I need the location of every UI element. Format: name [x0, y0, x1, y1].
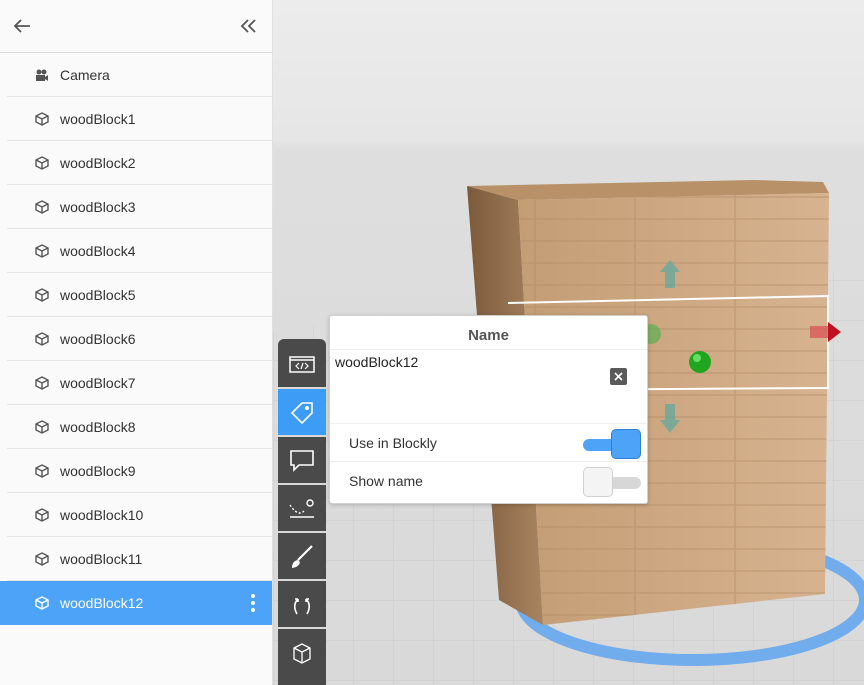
cube-icon [35, 288, 49, 302]
sidebar-item-label: woodBlock4 [60, 243, 136, 259]
cube-icon [35, 464, 49, 478]
show-name-label: Show name [349, 473, 423, 489]
box-icon [293, 643, 311, 664]
cube-icon [35, 112, 49, 126]
name-popup: Name Use in Blockly Show name [329, 315, 648, 504]
object-sidebar: Camera woodBlock1 woodBlock2 woodBlock3 wood… [0, 0, 273, 685]
sidebar-item-label: woodBlock11 [60, 551, 143, 567]
code-icon [289, 356, 315, 373]
sidebar-item-woodblock10[interactable]: woodBlock10 [7, 493, 272, 537]
camera-icon [35, 68, 49, 82]
sidebar-item-woodblock1[interactable]: woodBlock1 [7, 97, 272, 141]
sidebar-item-label: woodBlock2 [60, 155, 136, 171]
sidebar-item-label: woodBlock12 [60, 595, 144, 611]
sidebar-item-label: woodBlock3 [60, 199, 136, 215]
physics-tool[interactable] [278, 485, 326, 531]
cube-icon [35, 596, 49, 610]
cube-icon [35, 244, 49, 258]
sidebar-item-label: woodBlock6 [60, 331, 136, 347]
cube-icon [35, 156, 49, 170]
sidebar-item-label: woodBlock1 [60, 111, 136, 127]
sidebar-item-woodblock12[interactable]: woodBlock12 [0, 581, 272, 625]
sidebar-item-label: woodBlock5 [60, 287, 136, 303]
sidebar-item-woodblock8[interactable]: woodBlock8 [7, 405, 272, 449]
sidebar-header [0, 0, 272, 53]
use-in-blockly-toggle[interactable] [583, 429, 643, 459]
use-in-blockly-row: Use in Blockly [330, 423, 647, 461]
more-options-icon[interactable] [250, 593, 256, 613]
tool-divider [278, 435, 326, 437]
back-arrow-icon[interactable] [10, 14, 34, 38]
cube-icon [35, 552, 49, 566]
paint-tool[interactable] [278, 533, 326, 579]
code-tool[interactable] [278, 341, 326, 387]
cube-icon [35, 508, 49, 522]
scene-tool[interactable] [278, 629, 326, 675]
tool-divider [278, 531, 326, 533]
sidebar-item-label: woodBlock8 [60, 419, 136, 435]
speech-bubble-icon [290, 450, 314, 472]
show-name-row: Show name [330, 461, 647, 499]
brush-icon [292, 545, 313, 568]
sidebar-item-label: woodBlock10 [60, 507, 144, 523]
sidebar-item-woodblock6[interactable]: woodBlock6 [7, 317, 272, 361]
popup-title: Name [330, 316, 647, 350]
tool-strip [278, 339, 326, 685]
sidebar-item-woodblock5[interactable]: woodBlock5 [7, 273, 272, 317]
trajectory-icon [289, 499, 314, 518]
use-in-blockly-label: Use in Blockly [349, 435, 437, 451]
animation-tool[interactable] [278, 581, 326, 627]
cube-icon [35, 420, 49, 434]
sidebar-item-label: Camera [60, 67, 110, 83]
sidebar-item-woodblock9[interactable]: woodBlock9 [7, 449, 272, 493]
clear-name-button[interactable] [610, 368, 627, 385]
sidebar-item-woodblock4[interactable]: woodBlock4 [7, 229, 272, 273]
tool-divider [278, 483, 326, 485]
tag-tool[interactable] [278, 389, 326, 435]
sidebar-item-woodblock7[interactable]: woodBlock7 [7, 361, 272, 405]
tag-icon [290, 402, 313, 425]
sidebar-item-woodblock3[interactable]: woodBlock3 [7, 185, 272, 229]
speech-tool[interactable] [278, 437, 326, 483]
sidebar-item-woodblock11[interactable]: woodBlock11 [7, 537, 272, 581]
close-icon [614, 372, 623, 381]
cube-icon [35, 376, 49, 390]
show-name-toggle[interactable] [583, 467, 643, 497]
object-list: Camera woodBlock1 woodBlock2 woodBlock3 wood… [0, 53, 272, 625]
sidebar-item-label: woodBlock9 [60, 463, 136, 479]
tool-divider [278, 579, 326, 581]
name-input[interactable] [335, 354, 635, 370]
sidebar-item-woodblock2[interactable]: woodBlock2 [7, 141, 272, 185]
collapse-sidebar-icon[interactable] [238, 15, 260, 37]
cube-icon [35, 200, 49, 214]
tool-divider [278, 387, 326, 389]
sidebar-item-camera[interactable]: Camera [7, 53, 272, 97]
tool-divider [278, 627, 326, 629]
sidebar-item-label: woodBlock7 [60, 375, 136, 391]
cube-icon [35, 332, 49, 346]
arrows-icon [293, 598, 311, 615]
